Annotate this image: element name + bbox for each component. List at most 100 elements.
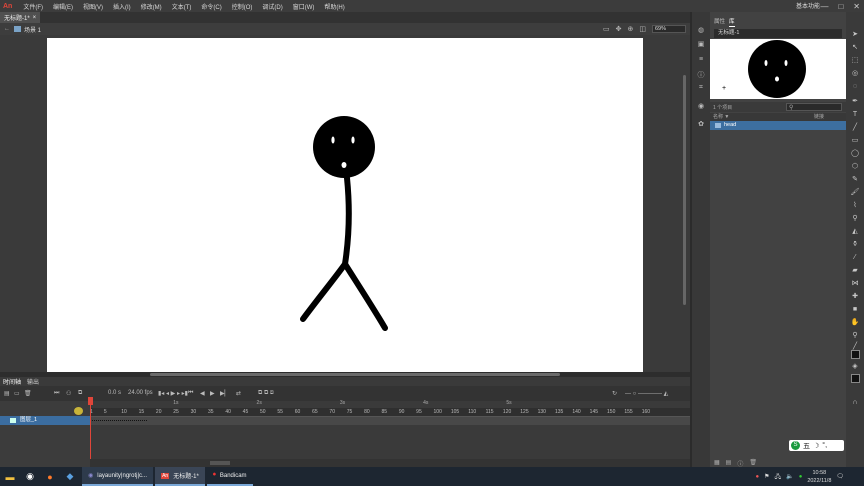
- properties-icon[interactable]: ◍: [696, 26, 706, 34]
- camera-toggle-icon[interactable]: ⏭: [54, 390, 59, 397]
- selection-tool-icon[interactable]: ➤: [850, 30, 860, 40]
- eraser-tool-icon[interactable]: ▰: [850, 266, 860, 276]
- tray-icon-1[interactable]: ●: [755, 474, 759, 480]
- playhead-handle[interactable]: [88, 397, 93, 405]
- pencil-tool-icon[interactable]: ✎: [850, 175, 860, 185]
- tab-properties[interactable]: 属性: [714, 17, 725, 27]
- taskbar-app-bandicam[interactable]: ⏺ Bandicam: [206, 467, 253, 486]
- vertical-scrollbar[interactable]: [683, 75, 686, 305]
- stage-canvas[interactable]: [47, 38, 643, 373]
- center-frame-icon[interactable]: ↻: [612, 390, 617, 397]
- 3d-rotation-icon[interactable]: ◎: [850, 69, 860, 79]
- line-tool-icon[interactable]: ╱: [850, 123, 860, 133]
- library-item[interactable]: head: [710, 121, 846, 130]
- scene-label[interactable]: 场景 1: [24, 25, 41, 34]
- minimize-button[interactable]: —: [820, 2, 828, 11]
- width-tool-icon[interactable]: ⋈: [850, 279, 860, 289]
- new-folder-icon[interactable]: ▭: [14, 390, 20, 397]
- properties-small-icon[interactable]: ⓘ: [737, 459, 743, 468]
- menu-insert[interactable]: 插入(I): [108, 2, 136, 11]
- firefox-icon[interactable]: ●: [40, 467, 60, 486]
- timeline-zoom-slider[interactable]: — ○ ———— ◭: [625, 390, 668, 397]
- library-search-input[interactable]: ⚲: [786, 103, 842, 111]
- ink-bottle-icon[interactable]: ⚱: [850, 240, 860, 250]
- play-icon[interactable]: ▶: [210, 390, 215, 397]
- current-time[interactable]: 0.0 s: [108, 390, 121, 396]
- lasso-icon[interactable]: ◌: [850, 82, 860, 92]
- pen-tool-icon[interactable]: ✒: [850, 97, 860, 107]
- menu-control[interactable]: 控制(O): [227, 2, 258, 11]
- menu-modify[interactable]: 修改(M): [136, 2, 167, 11]
- volume-icon[interactable]: 🔈: [786, 473, 793, 480]
- close-tab-icon[interactable]: ×: [33, 15, 37, 21]
- paint-brush-icon[interactable]: ⌇: [850, 201, 860, 211]
- onion-skin-icon[interactable]: ⧉ ⧉ ⧈: [258, 390, 274, 397]
- eye-icon[interactable]: [74, 407, 83, 415]
- eyedropper-icon[interactable]: ⁄: [850, 253, 860, 263]
- search-circle-icon[interactable]: ◉: [20, 467, 40, 486]
- library-document-select[interactable]: 无标题-1: [714, 29, 842, 38]
- menu-file[interactable]: 文件(F): [18, 2, 48, 11]
- folder-icon[interactable]: ▬: [0, 467, 20, 486]
- delete-layer-icon[interactable]: 🗑: [24, 390, 32, 397]
- punct-icon[interactable]: °,: [822, 442, 827, 449]
- network-icon[interactable]: 🖧: [775, 472, 782, 482]
- menu-commands[interactable]: 命令(C): [196, 2, 226, 11]
- notification-icon[interactable]: 🗨: [836, 473, 844, 480]
- brush-tool-icon[interactable]: 🖌: [850, 188, 860, 198]
- new-layer-icon[interactable]: ▤: [4, 390, 10, 397]
- camera-tool-icon[interactable]: ■: [850, 305, 860, 315]
- edit-symbol-icon[interactable]: ✥: [616, 25, 622, 33]
- clock[interactable]: 10:58 2022/11/8: [807, 469, 831, 485]
- close-button[interactable]: ✕: [853, 2, 860, 11]
- ime-mode[interactable]: 五: [803, 441, 810, 451]
- delete-icon[interactable]: 🗑: [749, 459, 757, 467]
- menu-view[interactable]: 视图(V): [78, 2, 108, 11]
- bone-tool-icon[interactable]: ⚲: [850, 214, 860, 224]
- frame-ruler[interactable]: 1 5 10 15 20 25 30 35 40 45 50 55 60 65 70 75 80 85 90 95 10…: [90, 400, 690, 416]
- document-tab[interactable]: 无标题-1* ×: [0, 12, 41, 23]
- paint-bucket-icon[interactable]: ◭: [850, 227, 860, 237]
- stage-area[interactable]: [0, 35, 690, 373]
- free-transform-icon[interactable]: ⬚: [850, 56, 860, 66]
- menu-text[interactable]: 文本(T): [167, 2, 197, 11]
- timeline-scroll-thumb[interactable]: [210, 461, 230, 465]
- hand-tool-icon[interactable]: ✋: [850, 318, 860, 328]
- color-icon[interactable]: ◉: [696, 102, 706, 110]
- fill-color-swatch[interactable]: [851, 374, 860, 383]
- menu-edit[interactable]: 编辑(E): [48, 2, 78, 11]
- menu-help[interactable]: 帮助(H): [319, 2, 349, 11]
- parenting-icon[interactable]: ⚇: [66, 390, 71, 397]
- tray-icon-2[interactable]: ⚑: [764, 473, 769, 480]
- timeline-scrollbar[interactable]: [90, 459, 690, 467]
- layer-row[interactable]: 图层_1: [0, 416, 90, 425]
- scroll-thumb[interactable]: [150, 373, 560, 376]
- playhead[interactable]: [88, 397, 93, 467]
- stroke-color-swatch[interactable]: [851, 350, 860, 359]
- library-icon[interactable]: ▣: [696, 40, 706, 48]
- new-symbol-icon[interactable]: ▦: [714, 459, 720, 467]
- snap-magnet-icon[interactable]: ∩: [850, 398, 860, 408]
- oval-tool-icon[interactable]: ◯: [850, 149, 860, 159]
- align-icon[interactable]: ≡: [696, 56, 706, 64]
- play-controls-icon[interactable]: ▮◂ ◂ ▶ ▸ ▸▮: [158, 390, 188, 397]
- tab-timeline[interactable]: 时间轴: [3, 377, 21, 386]
- edit-scene-icon[interactable]: ▭: [603, 25, 610, 33]
- step-back-icon[interactable]: ◀: [200, 390, 205, 397]
- menu-debug[interactable]: 调试(D): [257, 2, 287, 11]
- back-arrow-icon[interactable]: ←: [4, 26, 10, 32]
- rectangle-tool-icon[interactable]: ▭: [850, 136, 860, 146]
- graph-icon[interactable]: ⧉: [78, 390, 82, 397]
- polystar-tool-icon[interactable]: ⬡: [850, 162, 860, 172]
- asset-warp-icon[interactable]: ✚: [850, 292, 860, 302]
- maximize-button[interactable]: □: [838, 2, 843, 11]
- ime-toolbar[interactable]: S 五 ☽ °,: [789, 440, 844, 451]
- stick-figure-drawing[interactable]: [47, 38, 643, 373]
- taskbar-app-animate[interactable]: An 无标题-1*: [155, 467, 205, 486]
- subselection-tool-icon[interactable]: ↖: [850, 43, 860, 53]
- center-stage-icon[interactable]: ⊕: [628, 25, 634, 33]
- tab-library[interactable]: 库: [729, 17, 735, 27]
- library-column-header[interactable]: 名称 ▼ 链接: [710, 113, 846, 121]
- step-forward-icon[interactable]: ▶▏: [220, 390, 229, 397]
- wechat-icon[interactable]: ●: [799, 474, 803, 480]
